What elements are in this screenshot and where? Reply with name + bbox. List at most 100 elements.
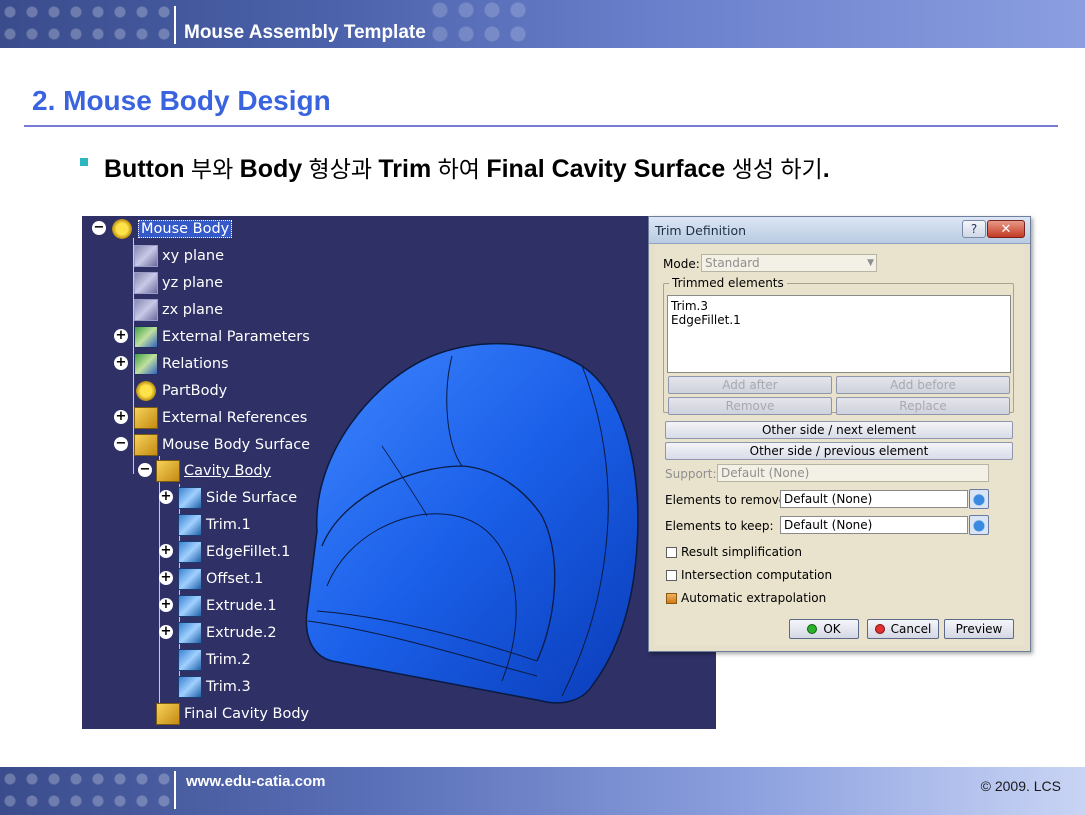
result-simplification-checkbox[interactable] [666, 547, 677, 558]
dialog-titlebar[interactable]: Trim Definition ? ✕ [649, 217, 1030, 244]
tree-expand-toggle[interactable]: + [159, 544, 173, 558]
tree-collapse-toggle[interactable]: − [138, 463, 152, 477]
tree-item-yz-plane[interactable]: yz plane [134, 272, 223, 294]
tree-item-label: Extrude.1 [206, 598, 277, 614]
other-side-next-button[interactable]: Other side / next element [665, 421, 1013, 439]
tree-item-label: xy plane [162, 248, 225, 264]
footer-url: www.edu-catia.com [186, 773, 326, 790]
elements-to-remove-pick-icon[interactable] [969, 489, 989, 509]
tree-item-side-surface[interactable]: Side Surface [178, 487, 297, 509]
tree-item-label: Mouse Body Surface [162, 437, 311, 453]
catia-viewport[interactable]: − Mouse Body xy plane yz plane zx plane … [82, 216, 716, 729]
tree-root-label: Mouse Body [138, 220, 233, 238]
tree-item-label: Trim.2 [206, 652, 251, 668]
list-item[interactable]: Trim.3 [671, 299, 1007, 313]
cancel-button[interactable]: Cancel [867, 619, 939, 639]
bullet-part: Final Cavity Surface [486, 155, 726, 183]
chevron-down-icon: ▼ [867, 258, 874, 268]
plane-icon [134, 299, 158, 321]
surface-icon [178, 487, 202, 509]
preview-button[interactable]: Preview [944, 619, 1014, 639]
tree-item-final-cavity-body[interactable]: Final Cavity Body [156, 703, 309, 725]
tree-item-label: yz plane [162, 275, 224, 291]
tree-item-extrude-2[interactable]: Extrude.2 [178, 622, 277, 644]
footer-decoration [0, 767, 180, 815]
tree-item-extrude-1[interactable]: Extrude.1 [178, 595, 277, 617]
ok-button[interactable]: OK [789, 619, 859, 639]
tree-item-label: Final Cavity Body [184, 706, 310, 722]
dialog-body: Mode: Standard ▼ Trimmed elements Trim.3… [655, 245, 1024, 645]
header-band: Mouse Assembly Template [0, 0, 1085, 48]
elements-to-keep-field[interactable]: Default (None) [780, 516, 968, 534]
tree-item-trim-2[interactable]: Trim.2 [178, 649, 251, 671]
tree-item-cavity-body[interactable]: Cavity Body [156, 460, 271, 482]
replace-button[interactable]: Replace [836, 397, 1010, 415]
plane-icon [134, 245, 158, 267]
tree-item-label: PartBody [162, 383, 228, 399]
tree-item-offset-1[interactable]: Offset.1 [178, 568, 263, 590]
tree-item-label: Trim.3 [206, 679, 251, 695]
tree-expand-toggle[interactable]: + [114, 356, 128, 370]
tree-item-external-parameters[interactable]: External Parameters [134, 326, 310, 348]
header-separator [174, 6, 176, 44]
tree-expand-toggle[interactable]: + [159, 571, 173, 585]
tree-collapse-toggle[interactable]: − [92, 221, 106, 235]
cancel-label: Cancel [890, 622, 932, 636]
geometrical-set-icon [156, 460, 180, 482]
tree-item-external-references[interactable]: External References [134, 407, 307, 429]
tree-expand-toggle[interactable]: + [159, 598, 173, 612]
bullet-text: Button 부와 Body 형상과 Trim 하여 Final Cavity … [104, 150, 830, 184]
tree-expand-toggle[interactable]: + [159, 625, 173, 639]
geometrical-set-icon [156, 703, 180, 725]
intersection-computation-checkbox[interactable] [666, 570, 677, 581]
ok-icon [807, 624, 818, 634]
result-simplification-label: Result simplification [681, 545, 802, 559]
tree-item-zx-plane[interactable]: zx plane [134, 299, 223, 321]
trimmed-elements-label: Trimmed elements [669, 276, 787, 290]
remove-button[interactable]: Remove [668, 397, 832, 415]
bullet-part: 하여 [431, 156, 487, 182]
trimmed-elements-list[interactable]: Trim.3 EdgeFillet.1 [667, 295, 1011, 373]
tree-item-trim-1[interactable]: Trim.1 [178, 514, 251, 536]
footer-copyright: © 2009. LCS [980, 778, 1061, 794]
tree-item-partbody[interactable]: PartBody [134, 380, 227, 402]
tree-item-edgefillet-1[interactable]: EdgeFillet.1 [178, 541, 290, 563]
add-after-button[interactable]: Add after [668, 376, 832, 394]
help-button[interactable]: ? [962, 220, 986, 238]
mode-label: Mode: [663, 257, 700, 271]
add-before-button[interactable]: Add before [836, 376, 1010, 394]
elements-to-keep-pick-icon[interactable] [969, 515, 989, 535]
tree-expand-toggle[interactable]: + [114, 329, 128, 343]
support-field[interactable]: Default (None) [717, 464, 989, 482]
list-item[interactable]: EdgeFillet.1 [671, 313, 1007, 327]
trim-icon [178, 676, 202, 698]
fillet-icon [178, 541, 202, 563]
close-button[interactable]: ✕ [987, 220, 1025, 238]
tree-item-trim-3[interactable]: Trim.3 [178, 676, 251, 698]
automatic-extrapolation-checkbox[interactable] [666, 593, 677, 604]
bullet-part: 형상과 [302, 156, 379, 182]
cancel-icon [874, 624, 885, 634]
trim-icon [178, 514, 202, 536]
section-divider [24, 125, 1058, 127]
other-side-previous-button[interactable]: Other side / previous element [665, 442, 1013, 460]
mode-select[interactable]: Standard ▼ [701, 254, 877, 272]
intersection-computation-label: Intersection computation [681, 568, 833, 582]
header-decoration [0, 0, 180, 48]
tree-expand-toggle[interactable]: + [159, 490, 173, 504]
tree-collapse-toggle[interactable]: − [114, 437, 128, 451]
tree-item-label: EdgeFillet.1 [206, 544, 291, 560]
tree-item-label: Relations [162, 356, 229, 372]
tree-item-mouse-body-surface[interactable]: Mouse Body Surface [134, 434, 310, 456]
support-label: Support: [665, 467, 717, 481]
tree-item-label: zx plane [162, 302, 224, 318]
tree-expand-toggle[interactable]: + [114, 410, 128, 424]
tree-item-relations[interactable]: Relations [134, 353, 229, 375]
elements-to-remove-field[interactable]: Default (None) [780, 490, 968, 508]
offset-icon [178, 568, 202, 590]
bullet-part: Body [239, 155, 303, 183]
trim-icon [178, 649, 202, 671]
tree-root[interactable]: Mouse Body [110, 218, 233, 240]
bullet-part: 생성 하기 [725, 156, 823, 182]
tree-item-xy-plane[interactable]: xy plane [134, 245, 224, 267]
